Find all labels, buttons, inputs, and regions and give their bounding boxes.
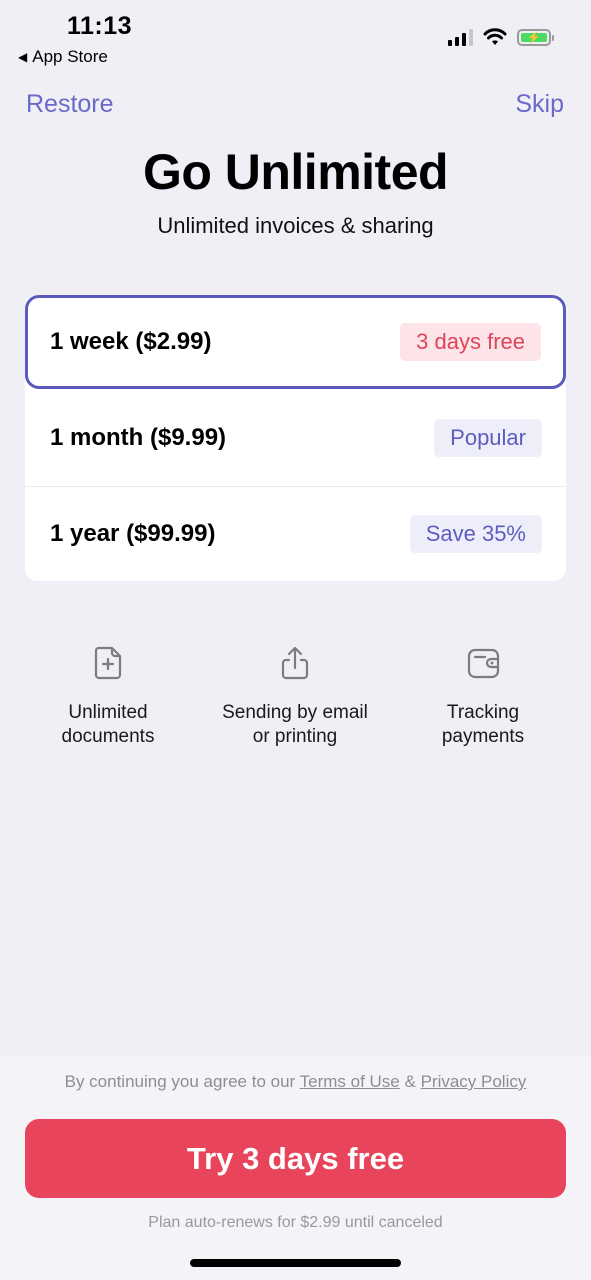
plan-badge: 3 days free — [400, 323, 541, 361]
feature-line: Tracking — [446, 702, 520, 723]
feature-item: Tracking payments — [388, 645, 578, 749]
plan-badge: Save 35% — [409, 515, 542, 553]
legal-prefix: By continuing you agree to our — [64, 1072, 300, 1091]
plan-list: 1 week ($2.99) 3 days free 1 month ($9.9… — [25, 295, 566, 581]
battery-charging-icon: ⚡ — [517, 28, 554, 46]
try-free-button[interactable]: Try 3 days free — [25, 1119, 566, 1198]
plan-label: 1 week ($2.99) — [50, 328, 212, 355]
skip-button[interactable]: Skip — [515, 90, 564, 119]
back-app-label: App Store — [32, 47, 108, 66]
restore-button[interactable]: Restore — [26, 90, 114, 119]
plan-label: 1 month ($9.99) — [50, 424, 227, 451]
wifi-icon — [483, 28, 507, 45]
feature-line: or printing — [252, 726, 338, 747]
share-icon — [281, 646, 309, 680]
page-subtitle: Unlimited invoices & sharing — [157, 213, 434, 238]
status-time: 11:13 — [67, 12, 133, 40]
page-title: Go Unlimited — [142, 144, 449, 200]
feature-line: Sending by email — [222, 702, 368, 723]
renewal-note: Plan auto-renews for $2.99 until cancele… — [148, 1214, 443, 1231]
plan-option-month[interactable]: 1 month ($9.99) Popular — [25, 391, 566, 485]
privacy-policy-link[interactable]: Privacy Policy — [421, 1072, 527, 1091]
feature-line: documents — [61, 726, 155, 747]
terms-of-use-link[interactable]: Terms of Use — [300, 1072, 400, 1091]
feature-line: payments — [441, 726, 525, 747]
legal-text: By continuing you agree to our Terms of … — [0, 1072, 591, 1092]
home-indicator[interactable] — [190, 1259, 401, 1267]
feature-item: Unlimited documents — [13, 645, 203, 749]
plan-label: 1 year ($99.99) — [50, 520, 216, 547]
feature-line: Unlimited — [68, 702, 148, 723]
plan-badge: Popular — [434, 419, 542, 457]
wallet-icon — [467, 648, 500, 679]
plan-option-week[interactable]: 1 week ($2.99) 3 days free — [25, 295, 566, 389]
back-triangle-icon: ◀ — [18, 50, 28, 64]
system-icons: ⚡ — [448, 28, 554, 46]
legal-and: & — [399, 1072, 421, 1091]
status-bar: 11:13 ◀ App Store ⚡ — [0, 0, 591, 75]
footer: By continuing you agree to our Terms of … — [0, 1056, 591, 1280]
plan-option-year[interactable]: 1 year ($99.99) Save 35% — [25, 487, 566, 581]
document-add-icon — [94, 646, 122, 680]
cellular-signal-icon — [448, 28, 473, 46]
back-to-app-store[interactable]: ◀ App Store — [18, 47, 108, 67]
feature-item: Sending by email or printing — [200, 645, 390, 749]
